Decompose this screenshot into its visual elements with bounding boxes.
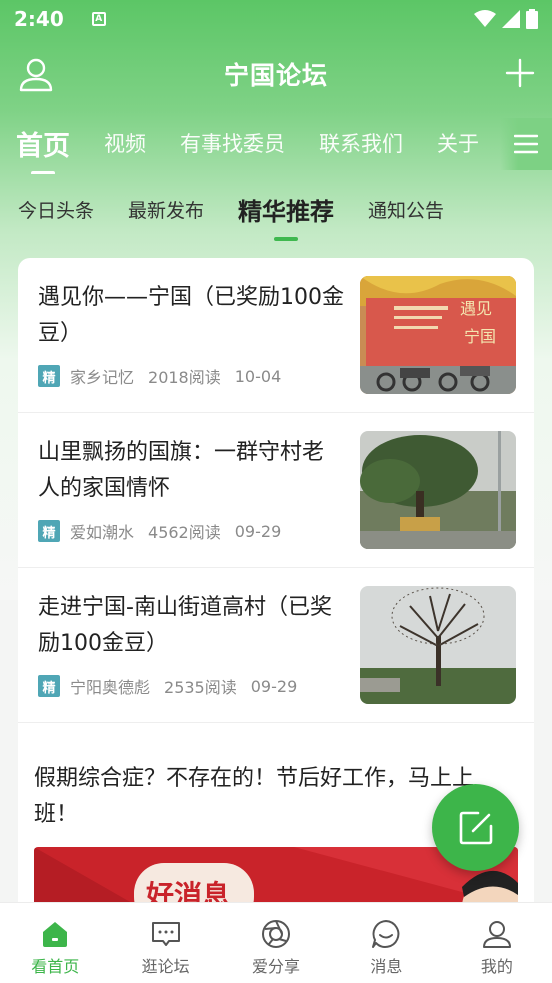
article-item[interactable]: 山里飘扬的国旗：一群守村老人的家国情怀 精 爱如潮水 4562阅读 09-29 bbox=[18, 413, 534, 568]
share-icon bbox=[262, 920, 291, 948]
tab-ask-committee[interactable]: 有事找委员 bbox=[180, 118, 285, 158]
article-date: 09-29 bbox=[234, 521, 282, 541]
sub-tabs: 今日头条 最新发布 精华推荐 通知公告 bbox=[0, 186, 552, 242]
nav-share[interactable]: 爱分享 bbox=[221, 903, 331, 983]
tab-contact-us[interactable]: 联系我们 bbox=[319, 118, 403, 158]
article-text: 走进宁国-南山街道高村（已奖励100金豆） bbox=[38, 590, 344, 662]
article-author: 家乡记忆 bbox=[70, 368, 135, 387]
article-item[interactable]: 遇见你——宁国（已奖励100金豆） 精 家乡记忆 2018阅读 10-04 遇见… bbox=[18, 258, 534, 413]
message-icon bbox=[372, 920, 400, 948]
tab-about[interactable]: 关于 bbox=[437, 118, 479, 158]
article-item[interactable]: 走进宁国-南山街道高村（已奖励100金豆） 精 宁阳奥德彪 2535阅读 09-… bbox=[18, 568, 534, 723]
nav-label: 看首页 bbox=[31, 957, 80, 976]
edit-icon bbox=[459, 811, 492, 844]
create-post-button[interactable] bbox=[432, 784, 519, 871]
svg-text:遇见: 遇见 bbox=[460, 299, 492, 318]
nav-label: 消息 bbox=[370, 957, 403, 976]
featured-badge: 精 bbox=[38, 520, 60, 542]
article-author: 宁阳奥德彪 bbox=[70, 678, 151, 697]
page-title: 宁国论坛 bbox=[223, 61, 328, 90]
nav-home[interactable]: 看首页 bbox=[0, 903, 110, 983]
subtab-latest[interactable]: 最新发布 bbox=[128, 186, 204, 223]
title-bar: 宁国论坛 bbox=[0, 44, 552, 104]
user-profile-icon[interactable] bbox=[18, 56, 54, 92]
featured-badge: 精 bbox=[38, 365, 60, 387]
article-title: 遇见你——宁国（已奖励100金豆） bbox=[38, 285, 344, 346]
signal-icon bbox=[502, 10, 520, 28]
menu-icon bbox=[514, 134, 538, 154]
notification-a-icon: A bbox=[91, 12, 106, 26]
article-text: 遇见你——宁国（已奖励100金豆） bbox=[38, 280, 344, 352]
article-thumbnail bbox=[360, 431, 516, 549]
article-thumbnail: 遇见 宁国 bbox=[360, 276, 516, 394]
subtab-notices[interactable]: 通知公告 bbox=[368, 186, 444, 223]
nav-label: 我的 bbox=[480, 957, 513, 976]
nav-messages[interactable]: 消息 bbox=[331, 903, 441, 983]
nav-label: 逛论坛 bbox=[141, 957, 190, 976]
article-text: 山里飘扬的国旗：一群守村老人的家国情怀 bbox=[38, 435, 344, 507]
status-icons bbox=[474, 9, 538, 29]
bottom-navigation: 看首页 逛论坛 爱分享 消息 我的 bbox=[0, 902, 552, 983]
featured-badge: 精 bbox=[38, 675, 60, 697]
nav-profile[interactable]: 我的 bbox=[442, 903, 552, 983]
article-thumbnail bbox=[360, 586, 516, 704]
article-reads: 4562阅读 bbox=[148, 523, 221, 542]
svg-text:宁国: 宁国 bbox=[464, 327, 496, 346]
battery-icon bbox=[526, 9, 538, 29]
article-meta: 精 爱如潮水 4562阅读 09-29 bbox=[38, 519, 295, 543]
status-time: 2:40 bbox=[14, 7, 64, 31]
nav-forum[interactable]: 逛论坛 bbox=[110, 903, 220, 983]
tab-home[interactable]: 首页 bbox=[16, 118, 70, 174]
add-post-icon[interactable] bbox=[504, 57, 536, 89]
article-date: 10-04 bbox=[234, 366, 282, 386]
article-meta: 精 家乡记忆 2018阅读 10-04 bbox=[38, 364, 295, 388]
home-icon bbox=[43, 922, 68, 947]
tabs-menu-button[interactable] bbox=[500, 118, 552, 170]
status-bar: 2:40 A bbox=[0, 0, 552, 38]
subtab-headlines[interactable]: 今日头条 bbox=[18, 186, 94, 223]
chat-icon bbox=[151, 922, 180, 946]
subtab-featured[interactable]: 精华推荐 bbox=[238, 186, 334, 241]
profile-icon bbox=[482, 921, 511, 948]
article-author: 爱如潮水 bbox=[70, 523, 135, 542]
article-reads: 2018阅读 bbox=[148, 368, 221, 387]
article-title: 走进宁国-南山街道高村（已奖励100金豆） bbox=[38, 595, 332, 656]
wifi-icon bbox=[474, 10, 496, 27]
nav-label: 爱分享 bbox=[252, 957, 301, 976]
article-title: 山里飘扬的国旗：一群守村老人的家国情怀 bbox=[38, 440, 325, 501]
article-date: 09-29 bbox=[250, 676, 298, 696]
article-reads: 2535阅读 bbox=[164, 678, 237, 697]
article-meta: 精 宁阳奥德彪 2535阅读 09-29 bbox=[38, 674, 311, 698]
tab-video[interactable]: 视频 bbox=[104, 118, 146, 158]
channel-tabs: 首页 视频 有事找委员 联系我们 关于 bbox=[0, 118, 552, 174]
